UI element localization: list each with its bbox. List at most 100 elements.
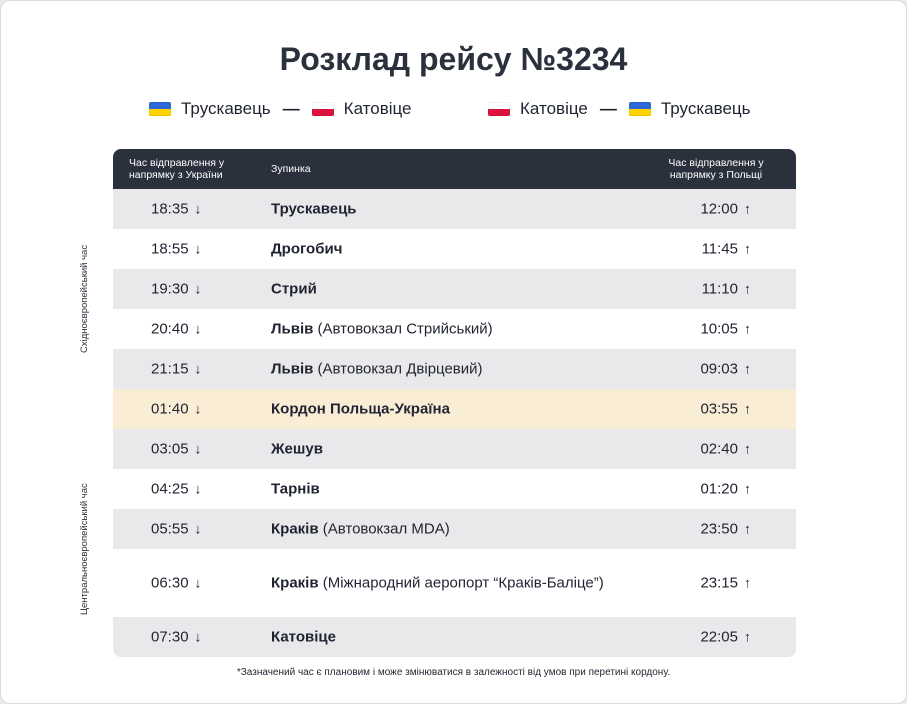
- stop-name: Стрий: [271, 280, 317, 298]
- departure-time-ua: 20:40 ↓: [151, 321, 202, 338]
- arrow-up-icon: ↑: [744, 480, 751, 497]
- stop-name: Катовіце: [271, 628, 336, 646]
- arrow-up-icon: ↑: [744, 240, 751, 257]
- stop-name: Тарнів: [271, 480, 320, 498]
- arrow-up-icon: ↑: [744, 280, 751, 297]
- departure-time-pl: 23:15 ↑: [700, 575, 751, 592]
- arrow-down-icon: ↓: [194, 480, 202, 497]
- time-text: 10:05: [700, 320, 738, 338]
- footnote: *Зазначений час є плановим і може змінюв…: [236, 667, 671, 678]
- side-label-eastern-time: Східноєвропейський час: [79, 244, 90, 353]
- departure-time-ua: 05:55 ↓: [151, 521, 202, 538]
- route-to: Трускавець: [660, 99, 751, 118]
- time-text: 06:30: [151, 574, 189, 592]
- table-row: 05:55 ↓ Краків (Автовокзал MDA) 23:50 ↑: [113, 509, 796, 549]
- ukraine-flag-icon: [149, 102, 171, 116]
- departure-time-ua: 18:35 ↓: [151, 201, 202, 218]
- departure-time-pl: 12:00 ↑: [700, 201, 751, 218]
- table-row: 19:30 ↓ Стрий 11:10 ↑: [113, 269, 796, 309]
- time-text: 12:00: [700, 200, 738, 218]
- stop-cell: Дрогобич: [271, 241, 342, 258]
- arrow-up-icon: ↑: [744, 320, 751, 337]
- departure-time-ua: 07:30 ↓: [151, 629, 202, 646]
- time-text: 04:25: [151, 480, 189, 498]
- arrow-down-icon: ↓: [194, 320, 202, 337]
- stop-cell: Стрий: [271, 281, 317, 298]
- time-text: 05:55: [151, 520, 189, 538]
- departure-time-pl: 11:45 ↑: [702, 241, 751, 258]
- arrow-down-icon: ↓: [194, 400, 202, 417]
- time-text: 11:45: [701, 240, 738, 258]
- arrow-up-icon: ↑: [744, 440, 751, 457]
- time-text: 07:30: [151, 628, 189, 646]
- stop-name: Львів: [271, 320, 314, 338]
- time-text: 01:40: [151, 400, 189, 418]
- time-text: 18:55: [151, 240, 189, 258]
- arrow-down-icon: ↓: [194, 440, 202, 457]
- departure-time-ua: 04:25 ↓: [151, 481, 202, 498]
- header-departure-pl: Час відправлення у напрямку з Польщі: [668, 157, 764, 181]
- departure-time-ua: 06:30 ↓: [151, 575, 202, 592]
- arrow-up-icon: ↑: [744, 574, 751, 591]
- arrow-down-icon: ↓: [194, 520, 202, 537]
- table-row: 07:30 ↓ Катовіце 22:05 ↑: [113, 617, 796, 657]
- table-header: Час відправлення у напрямку з України Зу…: [113, 149, 796, 189]
- poland-flag-icon: [311, 102, 334, 116]
- stop-cell: Краків (Автовокзал MDA): [271, 521, 450, 538]
- stop-detail: (Автовокзал Двірцевий): [317, 360, 483, 378]
- departure-time-pl: 03:55 ↑: [700, 401, 751, 418]
- time-text: 09:03: [700, 360, 738, 378]
- arrow-down-icon: ↓: [194, 574, 202, 591]
- stop-detail: (Автовокзал Стрийський): [317, 320, 493, 338]
- stop-cell: Трускавець: [271, 201, 357, 218]
- arrow-up-icon: ↑: [744, 520, 751, 537]
- arrow-down-icon: ↓: [194, 240, 202, 257]
- stop-name: Жешув: [271, 440, 323, 458]
- stop-cell: Краків (Міжнародний аеропорт “Краків-Бал…: [271, 575, 604, 592]
- arrow-up-icon: ↑: [744, 628, 751, 645]
- route-separator: —: [599, 99, 617, 118]
- stop-cell: Кордон Польща-Україна: [271, 401, 450, 418]
- table-row: 04:25 ↓ Тарнів 01:20 ↑: [113, 469, 796, 509]
- stop-name: Львів: [271, 360, 314, 378]
- arrow-down-icon: ↓: [194, 280, 202, 297]
- stop-cell: Львів (Автовокзал Двірцевий): [271, 361, 483, 378]
- time-text: 03:05: [151, 440, 189, 458]
- route-from: Катовіце: [520, 99, 588, 118]
- stop-cell: Катовіце: [271, 629, 336, 646]
- table-row: 20:40 ↓ Львів (Автовокзал Стрийський) 10:05…: [113, 309, 796, 349]
- time-text: 19:30: [151, 280, 189, 298]
- route-pl-ua: Катовіце — Трускавець: [488, 99, 751, 119]
- departure-time-ua: 03:05 ↓: [151, 441, 202, 458]
- time-text: 03:55: [700, 400, 738, 418]
- departure-time-pl: 10:05 ↑: [700, 321, 751, 338]
- time-text: 02:40: [700, 440, 738, 458]
- schedule-card: Розклад рейсу №3234 Трускавець — Катовіц…: [0, 0, 907, 704]
- time-text: 20:40: [151, 320, 189, 338]
- time-text: 21:15: [151, 360, 189, 378]
- departure-time-pl: 09:03 ↑: [700, 361, 751, 378]
- ukraine-flag-icon: [628, 102, 651, 116]
- stop-name: Краків: [271, 574, 319, 592]
- arrow-up-icon: ↑: [744, 400, 751, 417]
- time-text: 18:35: [151, 200, 189, 218]
- stop-cell: Львів (Автовокзал Стрийський): [271, 321, 493, 338]
- departure-time-ua: 19:30 ↓: [151, 281, 202, 298]
- arrow-down-icon: ↓: [194, 360, 202, 377]
- time-text: 23:15: [700, 574, 738, 592]
- departure-time-pl: 01:20 ↑: [700, 481, 751, 498]
- stop-name: Краків: [271, 520, 319, 538]
- arrow-up-icon: ↑: [744, 360, 751, 377]
- route-separator: —: [282, 99, 300, 118]
- route-to: Катовіце: [343, 99, 412, 118]
- route-ua-pl: Трускавець — Катовіце: [149, 99, 412, 119]
- table-body: 18:35 ↓ Трускавець 12:00 ↑ 18:55 ↓ Дрогобич 11:4…: [113, 189, 796, 657]
- time-text: 11:10: [701, 280, 738, 298]
- stop-name: Дрогобич: [271, 240, 343, 258]
- table-row: 18:55 ↓ Дрогобич 11:45 ↑: [113, 229, 796, 269]
- table-row: 18:35 ↓ Трускавець 12:00 ↑: [113, 189, 796, 229]
- table-row: 06:30 ↓ Краків (Міжнародний аеропорт “Крак…: [113, 549, 796, 617]
- departure-time-pl: 23:50 ↑: [700, 521, 751, 538]
- departure-time-pl: 22:05 ↑: [700, 629, 751, 646]
- stop-detail: (Автовокзал MDA): [322, 520, 450, 538]
